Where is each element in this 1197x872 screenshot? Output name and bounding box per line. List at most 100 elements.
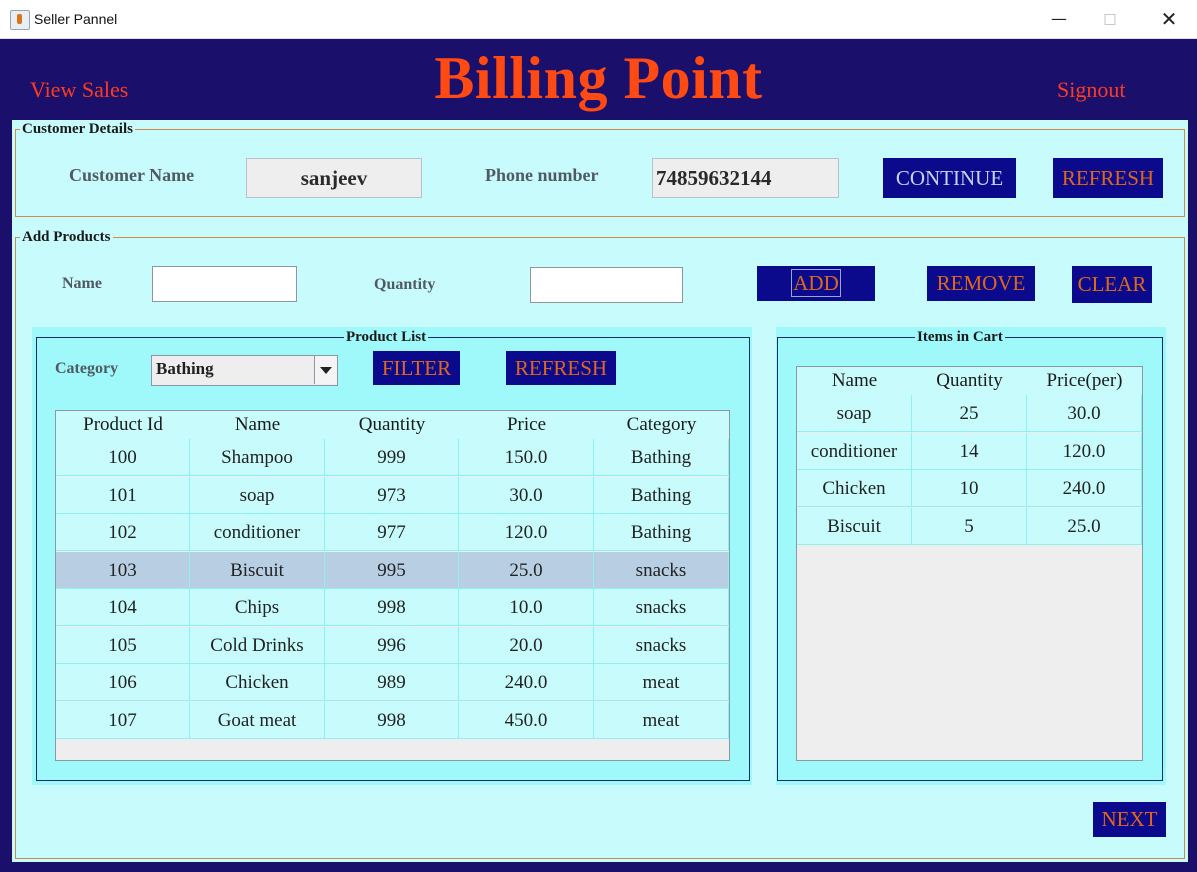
cell-name[interactable]: Shampoo [190,439,325,476]
cell-name[interactable]: Cold Drinks [190,626,325,664]
cell-price[interactable]: 20.0 [459,626,594,664]
table-row[interactable]: 106 Chicken 989 240.0 meat [56,664,729,701]
signout-link[interactable]: Signout [1057,77,1125,103]
category-dropdown[interactable]: Bathing [151,355,338,386]
cell-price[interactable]: 30.0 [459,476,594,514]
cell-product-id[interactable]: 104 [56,589,190,626]
cell-quantity[interactable]: 973 [325,476,459,514]
cell-name[interactable]: Chicken [190,664,325,701]
cell-category[interactable]: Bathing [594,476,729,514]
cart-column-header-name[interactable]: Name [797,367,912,395]
cell-quantity[interactable]: 995 [325,551,459,589]
add-products-legend: Add Products [20,229,113,246]
cell-name[interactable]: Chips [190,589,325,626]
add-button[interactable]: ADD [757,266,875,301]
category-selected-value: Bathing [156,359,214,378]
cart-cell-name[interactable]: Biscuit [797,507,912,545]
cart-column-header-quantity[interactable]: Quantity [912,367,1027,395]
cart-column-header-price[interactable]: Price(per) [1027,367,1142,395]
customer-details-legend: Customer Details [20,121,135,138]
cart-row[interactable]: Chicken 10 240.0 [797,470,1142,507]
customer-refresh-button[interactable]: REFRESH [1053,158,1163,198]
cell-quantity[interactable]: 977 [325,514,459,551]
chevron-down-icon[interactable] [314,356,337,384]
column-header-name[interactable]: Name [190,411,325,439]
cell-product-id[interactable]: 101 [56,476,190,514]
cell-price[interactable]: 25.0 [459,551,594,589]
cell-price[interactable]: 150.0 [459,439,594,476]
cell-category[interactable]: Bathing [594,514,729,551]
cart-row[interactable]: conditioner 14 120.0 [797,432,1142,470]
cell-quantity[interactable]: 998 [325,701,459,739]
next-button[interactable]: NEXT [1093,802,1166,837]
cart-cell-price[interactable]: 30.0 [1027,395,1142,432]
cell-quantity[interactable]: 998 [325,589,459,626]
cell-category[interactable]: snacks [594,551,729,589]
cell-category[interactable]: meat [594,664,729,701]
product-refresh-button[interactable]: REFRESH [506,351,616,385]
customer-name-field[interactable]: sanjeev [246,158,422,198]
close-icon[interactable]: ✕ [1146,0,1192,38]
cell-category[interactable]: Bathing [594,439,729,476]
cell-name[interactable]: conditioner [190,514,325,551]
cell-quantity[interactable]: 996 [325,626,459,664]
cell-product-id[interactable]: 102 [56,514,190,551]
column-header-product-id[interactable]: Product Id [56,411,190,439]
phone-number-label: Phone number [485,165,599,185]
column-header-price[interactable]: Price [459,411,594,439]
cell-product-id[interactable]: 100 [56,439,190,476]
column-header-quantity[interactable]: Quantity [325,411,459,439]
table-row[interactable]: 100 Shampoo 999 150.0 Bathing [56,439,729,476]
cell-category[interactable]: meat [594,701,729,739]
table-row[interactable]: 101 soap 973 30.0 Bathing [56,476,729,514]
cell-price[interactable]: 120.0 [459,514,594,551]
cart-row[interactable]: soap 25 30.0 [797,395,1142,432]
table-row[interactable]: 107 Goat meat 998 450.0 meat [56,701,729,739]
cart-cell-name[interactable]: soap [797,395,912,432]
cart-cell-quantity[interactable]: 5 [912,507,1027,545]
cell-name[interactable]: soap [190,476,325,514]
cart-cell-name[interactable]: conditioner [797,432,912,470]
cart-cell-quantity[interactable]: 25 [912,395,1027,432]
cart-row[interactable]: Biscuit 5 25.0 [797,507,1142,545]
table-row[interactable]: 104 Chips 998 10.0 snacks [56,589,729,626]
cart-cell-name[interactable]: Chicken [797,470,912,507]
table-row[interactable]: 102 conditioner 977 120.0 Bathing [56,514,729,551]
minimize-icon[interactable]: — [1036,0,1082,38]
cell-category[interactable]: snacks [594,626,729,664]
cell-name[interactable]: Biscuit [190,551,325,589]
phone-number-field[interactable]: 74859632144 [652,158,839,198]
cell-price[interactable]: 10.0 [459,589,594,626]
remove-button[interactable]: REMOVE [927,266,1035,301]
page-title: Billing Point [434,45,763,111]
continue-button[interactable]: CONTINUE [883,158,1016,198]
cart-cell-price[interactable]: 240.0 [1027,470,1142,507]
cart-cell-quantity[interactable]: 10 [912,470,1027,507]
cell-quantity[interactable]: 989 [325,664,459,701]
clear-button[interactable]: CLEAR [1072,266,1152,303]
column-header-category[interactable]: Category [594,411,729,439]
cell-price[interactable]: 240.0 [459,664,594,701]
table-row[interactable]: 105 Cold Drinks 996 20.0 snacks [56,626,729,664]
cart-cell-quantity[interactable]: 14 [912,432,1027,470]
cell-price[interactable]: 450.0 [459,701,594,739]
product-table[interactable]: Product Id Name Quantity Price Category … [55,410,730,761]
product-name-input[interactable] [152,266,297,302]
cart-table[interactable]: Name Quantity Price(per) soap 25 30.0 condi… [796,366,1143,761]
cart-cell-price[interactable]: 120.0 [1027,432,1142,470]
filter-button[interactable]: FILTER [373,351,460,385]
category-label: Category [55,360,119,377]
java-app-icon [10,10,30,30]
cell-product-id[interactable]: 103 [56,551,190,589]
cell-category[interactable]: snacks [594,589,729,626]
table-row[interactable]: 103 Biscuit 995 25.0 snacks [56,551,729,589]
cell-product-id[interactable]: 107 [56,701,190,739]
maximize-icon[interactable]: □ [1087,0,1133,38]
cell-quantity[interactable]: 999 [325,439,459,476]
cell-name[interactable]: Goat meat [190,701,325,739]
cart-legend: Items in Cart [915,329,1005,346]
product-quantity-input[interactable] [530,267,683,303]
cell-product-id[interactable]: 105 [56,626,190,664]
cart-cell-price[interactable]: 25.0 [1027,507,1142,545]
cell-product-id[interactable]: 106 [56,664,190,701]
